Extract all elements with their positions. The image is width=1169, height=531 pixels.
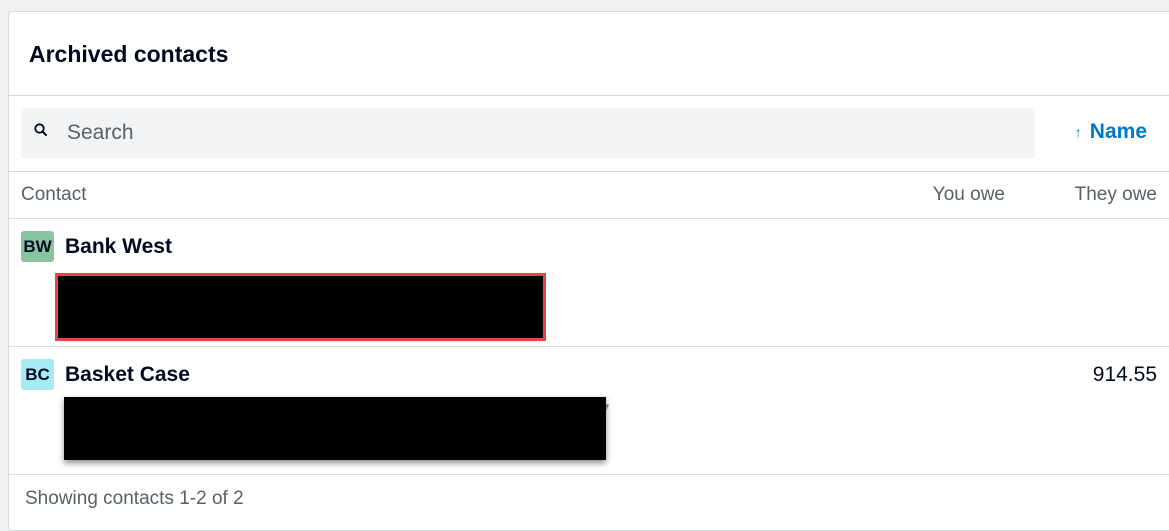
column-header-you-owe: You owe [932, 184, 1005, 205]
toolbar: ↑ Name [9, 96, 1169, 172]
sort-by-name-button[interactable]: ↑ Name [1075, 118, 1147, 146]
table-header: Contact You owe They owe [9, 172, 1169, 219]
redacted-contact-details [55, 273, 546, 341]
table-row[interactable]: BC Basket Case 7 914.55 [9, 347, 1169, 475]
redacted-contact-details [64, 397, 606, 460]
contact-name-link[interactable]: Bank West [65, 235, 172, 259]
table-footer: Showing contacts 1-2 of 2 [9, 475, 1169, 525]
avatar: BC [21, 359, 54, 390]
contact-name-link[interactable]: Basket Case [65, 363, 190, 387]
table-row[interactable]: BW Bank West [9, 219, 1169, 347]
avatar: BW [21, 231, 54, 262]
panel-header: Archived contacts [9, 12, 1169, 96]
search-input[interactable] [67, 108, 1007, 158]
pagination-status: Showing contacts 1-2 of 2 [25, 488, 244, 509]
search-box[interactable] [21, 108, 1035, 158]
they-owe-amount: 914.55 [1092, 363, 1157, 386]
sort-ascending-icon: ↑ [1074, 124, 1082, 140]
archived-contacts-panel: Archived contacts ↑ Name Contact You owe… [8, 11, 1169, 531]
search-icon [34, 123, 47, 136]
sort-label: Name [1089, 120, 1147, 143]
column-header-contact: Contact [21, 184, 87, 205]
column-header-they-owe: They owe [1074, 184, 1157, 205]
page-title: Archived contacts [29, 41, 229, 67]
